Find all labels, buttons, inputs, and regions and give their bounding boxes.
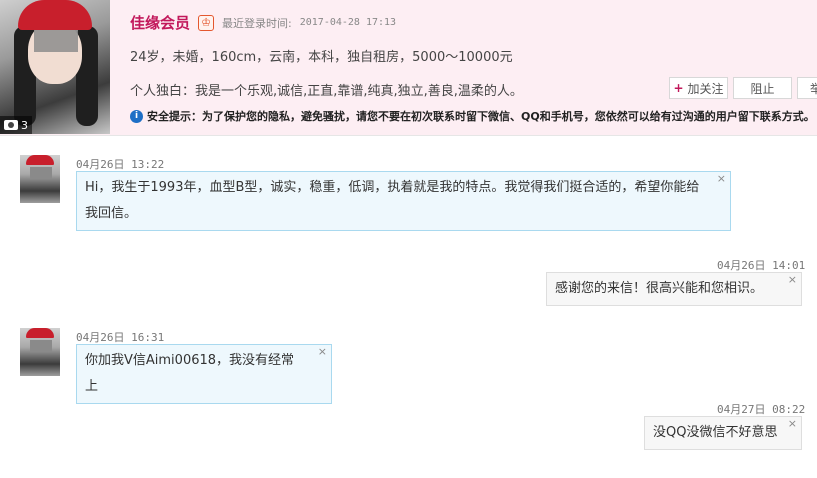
- personal-monologue: 个人独白：我是一个乐观,诚信,正直,靠谱,纯真,独立,善良,温柔的人。: [130, 84, 523, 99]
- message-text: 没QQ没微信不好意思: [653, 425, 778, 440]
- close-icon[interactable]: ×: [717, 172, 726, 186]
- last-login-label: 最近登录时间:: [222, 16, 292, 30]
- outgoing-message-bubble[interactable]: 没QQ没微信不好意思 ×: [644, 416, 802, 450]
- follow-label: 加关注: [687, 81, 724, 96]
- sender-avatar[interactable]: [20, 155, 60, 203]
- camera-icon: [4, 120, 18, 130]
- incoming-message-bubble[interactable]: 你加我V信Aimi00618，我没有经常上 ×: [76, 344, 332, 404]
- basic-info: 24岁，未婚，160cm，云南，本科，独自租房，5000～10000元: [130, 50, 513, 65]
- message-timestamp: 04月26日 14:01: [717, 259, 806, 272]
- message-text: 你加我V信Aimi00618，我没有经常上: [85, 353, 295, 394]
- security-tip-text: 安全提示：为了保护您的隐私，避免骚扰，请您不要在初次联系时留下微信、QQ和手机号…: [147, 110, 815, 123]
- photo-count-value: 3: [21, 118, 28, 132]
- plus-icon: +: [673, 81, 684, 95]
- vip-badge-icon: ♔: [198, 14, 215, 31]
- header-divider: [0, 135, 817, 136]
- report-button[interactable]: 举: [797, 77, 817, 99]
- report-label: 举: [810, 81, 817, 96]
- profile-header: 3 佳缘会员 ♔ 最近登录时间: 2017-04-28 17:13 24岁，未婚…: [0, 0, 817, 136]
- follow-button[interactable]: + 加关注: [669, 77, 728, 99]
- message-timestamp: 04月26日 13:22: [76, 158, 165, 171]
- close-icon[interactable]: ×: [318, 345, 327, 359]
- outgoing-message-bubble[interactable]: 感谢您的来信！很高兴能和您相识。 ×: [546, 272, 802, 306]
- info-icon: i: [130, 109, 143, 123]
- block-label: 阻止: [750, 81, 775, 96]
- close-icon[interactable]: ×: [788, 417, 797, 431]
- incoming-message-bubble[interactable]: Hi，我生于1993年，血型B型，诚实，稳重，低调，执着就是我的特点。我觉得我们…: [76, 171, 731, 231]
- last-login-time: 2017-04-28 17:13: [299, 17, 397, 28]
- block-button[interactable]: 阻止: [733, 77, 792, 99]
- sender-avatar[interactable]: [20, 328, 60, 376]
- photo-count-badge[interactable]: 3: [0, 116, 32, 134]
- profile-avatar[interactable]: [0, 0, 110, 134]
- message-timestamp: 04月27日 08:22: [717, 403, 806, 416]
- message-timestamp: 04月26日 16:31: [76, 331, 165, 344]
- member-name[interactable]: 佳缘会员: [130, 12, 190, 33]
- security-tip: i 安全提示：为了保护您的隐私，避免骚扰，请您不要在初次联系时留下微信、QQ和手…: [130, 108, 815, 124]
- message-text: 感谢您的来信！很高兴能和您相识。: [555, 281, 764, 296]
- close-icon[interactable]: ×: [788, 273, 797, 287]
- message-text: Hi，我生于1993年，血型B型，诚实，稳重，低调，执着就是我的特点。我觉得我们…: [85, 180, 700, 221]
